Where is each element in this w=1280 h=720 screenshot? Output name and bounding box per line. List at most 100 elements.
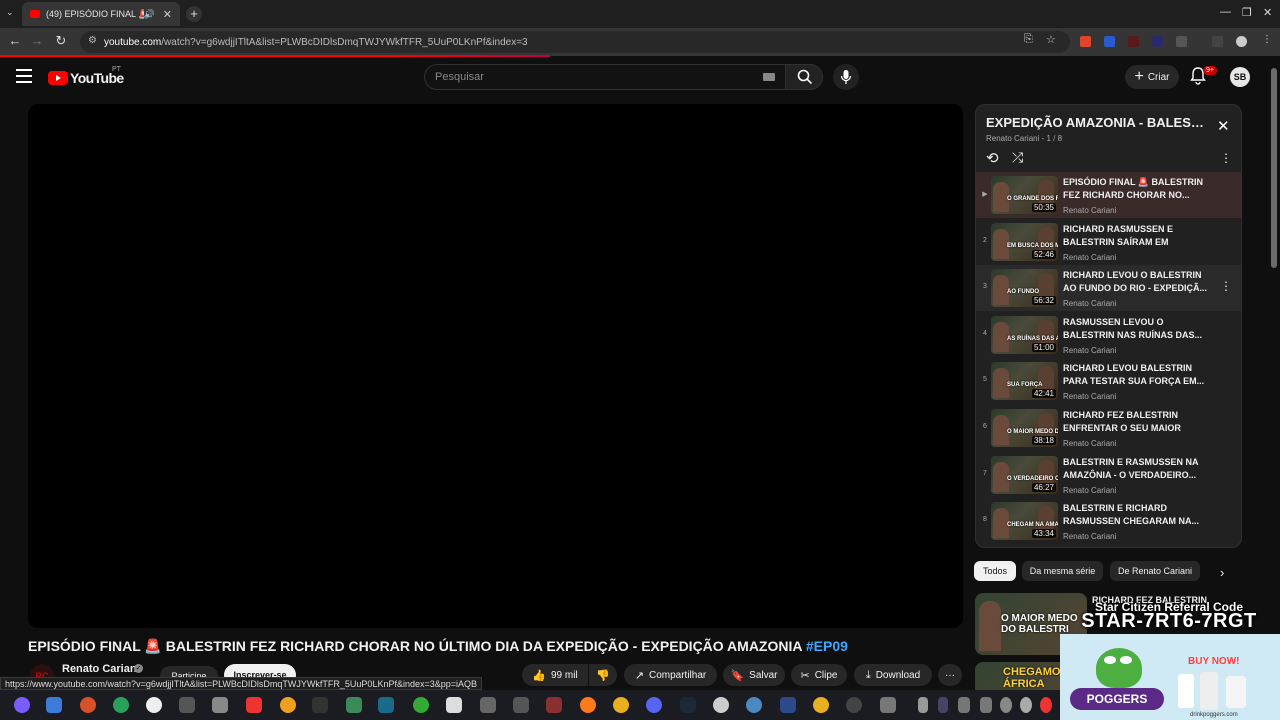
app-icon[interactable] — [713, 697, 729, 713]
address-bar[interactable]: ⚙ youtube.com/watch?v=g6wdjjITltA&list=P… — [80, 31, 1070, 53]
app-icon[interactable] — [113, 697, 129, 713]
app-icon[interactable] — [280, 697, 296, 713]
discord-icon[interactable] — [646, 697, 662, 713]
user-avatar[interactable]: SB — [1230, 67, 1250, 87]
restore-icon[interactable]: ❐ — [1242, 6, 1252, 19]
tray-icon[interactable] — [918, 697, 928, 713]
video-hashtag[interactable]: #EP09 — [806, 638, 848, 654]
playlist-item[interactable]: 7O VERDADEIRO OURO46:27BALESTRIN E RASMU… — [976, 452, 1241, 498]
file-manager-icon[interactable] — [46, 697, 62, 713]
page-scrollbar[interactable] — [1271, 68, 1277, 268]
reload-icon[interactable]: ↻ — [52, 33, 70, 49]
app-icon[interactable] — [179, 697, 195, 713]
chip-all[interactable]: Todos — [974, 561, 1016, 581]
extension-1-icon[interactable] — [1080, 36, 1091, 47]
tray-icon[interactable] — [1040, 697, 1052, 713]
voice-search-button[interactable] — [833, 64, 859, 90]
app-icon[interactable] — [212, 697, 228, 713]
chip-from-channel[interactable]: De Renato Cariani — [1110, 561, 1200, 581]
youtube-logo[interactable]: YouTube PT — [48, 66, 124, 86]
chrome-icon[interactable] — [813, 697, 829, 713]
extension-2-icon[interactable] — [1104, 36, 1115, 47]
app-icon[interactable] — [413, 697, 429, 713]
chrome-icon[interactable] — [613, 697, 629, 713]
profile-icon[interactable] — [1236, 36, 1247, 47]
extension-3-icon[interactable] — [1128, 36, 1139, 47]
app-icon[interactable] — [546, 697, 562, 713]
tab-search-icon[interactable]: ⌄ — [6, 7, 14, 18]
playlist-more-icon[interactable]: ⋮ — [1220, 151, 1232, 165]
menu-icon[interactable] — [16, 69, 32, 87]
loop-icon[interactable]: ⟲ — [986, 149, 999, 167]
tray-icon[interactable] — [938, 697, 948, 713]
back-icon[interactable]: ← — [6, 33, 24, 48]
dislike-button[interactable]: 👎 — [589, 664, 617, 686]
bookmark-star-icon[interactable]: ☆ — [1046, 33, 1056, 46]
tray-icon[interactable] — [1020, 697, 1032, 713]
playlist-item-thumbnail[interactable]: O MAIOR MEDO DO BALE38:18 — [991, 409, 1058, 447]
like-button[interactable]: 👍 99 mil — [522, 664, 588, 686]
chevron-right-icon[interactable]: › — [1220, 565, 1224, 580]
reading-list-icon[interactable] — [1212, 36, 1223, 47]
video-player[interactable] — [28, 104, 963, 628]
playlist-item[interactable]: 3 AO FUNDO 56:32 RICHARD LEVOU O BALESTRIN … — [976, 265, 1241, 312]
item-more-icon[interactable]: ⋮ — [1220, 279, 1232, 293]
browser-menu-icon[interactable]: ⋮ — [1262, 34, 1273, 45]
tray-icon[interactable] — [1000, 697, 1012, 713]
channel-name[interactable]: Renato Cariani — [62, 663, 140, 675]
playlist-item-thumbnail[interactable]: EM BUSCA DOS MONST52:46 — [991, 222, 1058, 261]
new-tab-button[interactable]: + — [186, 6, 202, 22]
shuffle-icon[interactable]: ⤮ — [1012, 149, 1023, 166]
download-button[interactable]: ⤓ Download — [854, 664, 932, 686]
audio-icon[interactable]: 🔊 — [144, 9, 155, 20]
save-button[interactable]: 🔖 Salvar — [723, 664, 785, 686]
firefox-icon[interactable] — [580, 697, 596, 713]
close-playlist-icon[interactable]: ✕ — [1217, 117, 1230, 135]
chip-same-series[interactable]: Da mesma série — [1022, 561, 1103, 581]
app-icon[interactable] — [80, 697, 96, 713]
steam-icon[interactable] — [680, 697, 696, 713]
start-menu-icon[interactable] — [14, 697, 30, 713]
browser-tab[interactable]: (49) EPISÓDIO FINAL 🚨 BALESTRIN FEZ RICH… — [22, 2, 180, 26]
app-icon[interactable] — [780, 697, 796, 713]
playlist-title[interactable]: EXPEDIÇÃO AMAZONIA - BALESTRIN — [986, 115, 1208, 130]
playlist-item[interactable]: 5 SUA FORÇA 42:41 RICHARD LEVOU BALESTRIN P… — [976, 358, 1241, 404]
create-button[interactable]: + Criar — [1125, 65, 1179, 89]
playlist-item-thumbnail[interactable]: O VERDADEIRO OURO46:27 — [991, 455, 1058, 494]
close-tab-icon[interactable]: ✕ — [163, 8, 172, 21]
playlist-item-thumbnail[interactable]: AO FUNDO 56:32 — [991, 269, 1058, 308]
terminal-icon[interactable] — [312, 697, 328, 713]
app-icon[interactable] — [480, 697, 496, 713]
playlist-item-thumbnail[interactable]: CHEGAM NA AMAZ 43:34 — [991, 502, 1058, 541]
app-icon[interactable] — [513, 697, 529, 713]
app-icon[interactable] — [446, 697, 462, 713]
playlist-item[interactable]: 6O MAIOR MEDO DO BALE38:18RICHARD FEZ BA… — [976, 405, 1241, 451]
playlist-item[interactable]: 2EM BUSCA DOS MONST52:46RICHARD RASMUSSE… — [976, 219, 1241, 265]
app-icon[interactable] — [746, 697, 762, 713]
extension-4-icon[interactable] — [1152, 36, 1163, 47]
playlist-item[interactable]: 8 CHEGAM NA AMAZ 43:34 BALESTRIN E RICHARD … — [976, 498, 1241, 544]
extensions-puzzle-icon[interactable] — [1176, 36, 1187, 47]
app-icon[interactable] — [246, 697, 262, 713]
site-info-icon[interactable]: ⚙ — [88, 35, 97, 46]
forward-icon[interactable]: → — [28, 33, 46, 48]
more-actions-button[interactable]: ··· — [938, 664, 962, 686]
monitor-icon[interactable] — [346, 697, 362, 713]
tray-icon[interactable] — [958, 697, 970, 713]
app-icon[interactable] — [846, 697, 862, 713]
app-icon[interactable] — [378, 697, 394, 713]
share-button[interactable]: ↗ Compartilhar — [624, 664, 717, 686]
minimize-icon[interactable]: — — [1220, 6, 1231, 18]
app-icon[interactable] — [880, 697, 896, 713]
app-icon[interactable] — [146, 697, 162, 713]
keyboard-icon[interactable] — [763, 73, 775, 81]
tray-icon[interactable] — [980, 697, 992, 713]
playlist-item-thumbnail[interactable]: O GRANDE DOS RIOS50:35 — [991, 176, 1058, 214]
playlist-item[interactable]: 4AS RUÍNAS DAS ARA51:00RASMUSSEN LEVOU O… — [976, 312, 1241, 358]
install-icon[interactable]: ⎘ — [1024, 33, 1033, 46]
playlist-item[interactable]: ▶O GRANDE DOS RIOS50:35EPISÓDIO FINAL 🚨 … — [976, 172, 1241, 218]
search-button[interactable] — [785, 64, 823, 90]
search-input[interactable]: Pesquisar — [424, 64, 786, 90]
clip-button[interactable]: ✂ Clipe — [791, 664, 847, 686]
playlist-item-thumbnail[interactable]: SUA FORÇA 42:41 — [991, 362, 1058, 401]
